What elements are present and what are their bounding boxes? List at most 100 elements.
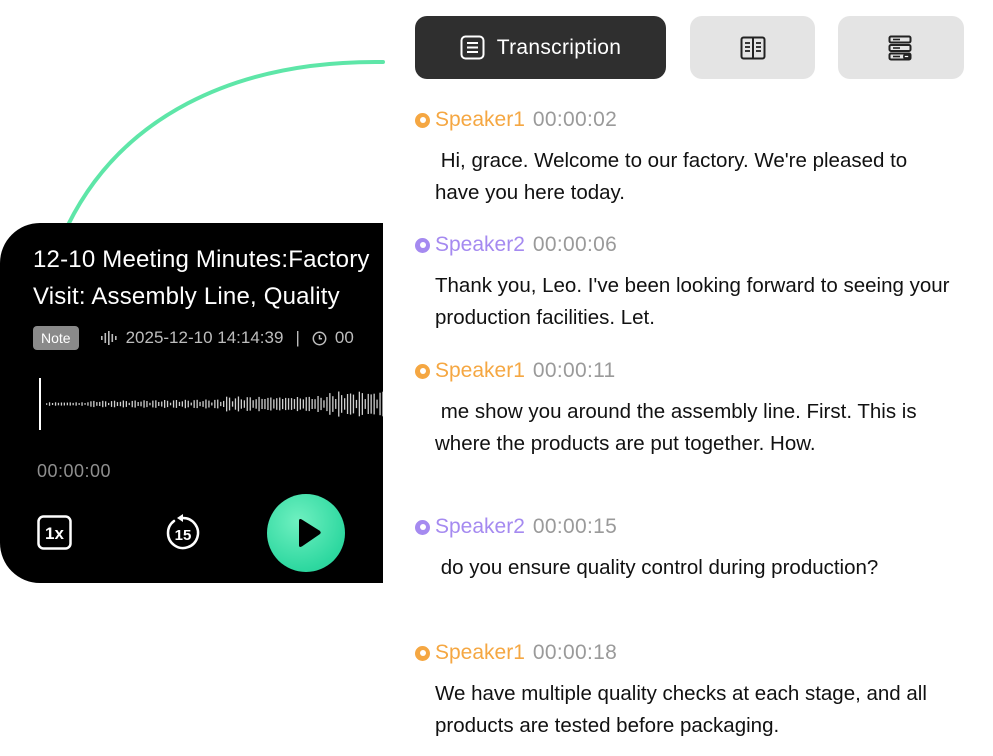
speaker-name[interactable]: Speaker2 bbox=[435, 233, 525, 257]
waveform-bar bbox=[199, 401, 201, 407]
waveform-bar bbox=[178, 401, 181, 406]
waveform-bar bbox=[84, 403, 86, 405]
timestamp[interactable]: 00:00:15 bbox=[533, 515, 617, 539]
transcript-text: Hi, grace. Welcome to our factory. We're… bbox=[435, 149, 913, 204]
transcript-entry[interactable]: Speaker1 00:00:18 We have multiple quali… bbox=[415, 640, 975, 741]
timestamp[interactable]: 00:00:18 bbox=[533, 641, 617, 665]
waveform-bar bbox=[255, 399, 257, 409]
speaker-name[interactable]: Speaker2 bbox=[435, 515, 525, 539]
waveform-bar bbox=[96, 402, 98, 406]
waveform-bar bbox=[175, 400, 178, 408]
rewind-15-button[interactable]: 15 bbox=[163, 513, 203, 553]
waveform-bar bbox=[48, 402, 51, 406]
waveform-bar bbox=[326, 397, 328, 412]
waveform-bar bbox=[81, 402, 83, 406]
entry-header: Speaker1 00:00:02 bbox=[415, 107, 975, 133]
waveform-bar bbox=[267, 397, 269, 410]
speaker-name[interactable]: Speaker1 bbox=[435, 359, 525, 383]
waveform-bar bbox=[231, 401, 234, 407]
entry-header: Speaker2 00:00:15 bbox=[415, 514, 975, 540]
waveform-bar bbox=[137, 402, 139, 406]
waveform-bar bbox=[373, 393, 375, 415]
waveform-bar bbox=[270, 397, 272, 411]
transcript-entry[interactable]: Speaker2 00:00:06 Thank you, Leo. I've b… bbox=[415, 232, 975, 333]
waveform-bar bbox=[252, 400, 254, 408]
waveform-bar bbox=[217, 399, 219, 409]
timestamp[interactable]: 00:00:11 bbox=[533, 359, 616, 383]
play-icon bbox=[296, 518, 322, 548]
waveform-bar bbox=[93, 400, 95, 408]
playback-speed-button[interactable]: 1x bbox=[37, 515, 72, 550]
recording-title-line1: 12-10 Meeting Minutes:Factory bbox=[33, 246, 370, 273]
waveform-bar bbox=[63, 402, 65, 406]
waveform-bar bbox=[317, 396, 319, 412]
waveform-bar bbox=[279, 397, 281, 411]
waveform-bar bbox=[264, 399, 266, 410]
entry-header: Speaker1 00:00:11 bbox=[415, 358, 975, 384]
waveform-bar bbox=[205, 399, 207, 409]
waveform-bar bbox=[110, 401, 113, 407]
waveform-bar bbox=[293, 399, 296, 409]
entry-header: Speaker2 00:00:06 bbox=[415, 232, 975, 258]
waveform-bar bbox=[276, 398, 278, 410]
waveform-bar bbox=[60, 402, 63, 406]
waveform-bar bbox=[323, 400, 325, 408]
waveform-bar bbox=[87, 402, 89, 406]
waveform-bar bbox=[125, 401, 127, 407]
waveform-bar bbox=[155, 400, 157, 408]
waveform-bar bbox=[193, 400, 195, 408]
waveform-bar bbox=[102, 400, 104, 408]
timestamp[interactable]: 00:00:06 bbox=[533, 233, 617, 257]
waveform-bar bbox=[308, 396, 310, 412]
waveform-bar bbox=[172, 400, 175, 408]
tab-outline[interactable] bbox=[838, 16, 964, 79]
recording-title: 12-10 Meeting Minutes:Factory Visit: Ass… bbox=[33, 241, 383, 315]
waveform-bar bbox=[332, 396, 334, 412]
waveform-scrubber[interactable] bbox=[38, 378, 383, 438]
waveform-bar bbox=[119, 401, 122, 407]
playback-speed-label: 1x bbox=[45, 524, 64, 543]
waveform-icon bbox=[100, 331, 118, 345]
waveform-bar bbox=[258, 396, 260, 412]
waveform-bar bbox=[296, 397, 299, 412]
transcript-text: me show you around the assembly line. Fi… bbox=[435, 400, 923, 455]
playhead-cursor[interactable] bbox=[39, 378, 41, 430]
waveform-bar bbox=[108, 402, 110, 406]
transcript-entry[interactable]: Speaker1 00:00:11 me show you around the… bbox=[415, 358, 975, 459]
tab-transcription[interactable]: Transcription bbox=[415, 16, 666, 79]
outline-icon bbox=[888, 35, 914, 61]
waveform-bar bbox=[196, 399, 198, 409]
waveform-bar bbox=[379, 392, 381, 416]
waveform-bar bbox=[208, 400, 210, 408]
waveform-bar bbox=[302, 399, 304, 409]
waveform-bar bbox=[146, 401, 148, 408]
waveform-bar bbox=[128, 402, 130, 406]
play-button[interactable] bbox=[267, 494, 345, 572]
waveform-bar bbox=[370, 394, 372, 414]
timestamp[interactable]: 00:00:02 bbox=[533, 108, 617, 132]
waveform-bar bbox=[338, 391, 340, 417]
list-doc-icon bbox=[460, 35, 485, 60]
transcript-entry[interactable]: Speaker1 00:00:02 Hi, grace. Welcome to … bbox=[415, 107, 975, 208]
waveform-bar bbox=[358, 391, 360, 417]
transcript-entry[interactable]: Speaker2 00:00:15 do you ensure quality … bbox=[415, 514, 975, 584]
speaker-name[interactable]: Speaker1 bbox=[435, 108, 525, 132]
speaker-dot-icon bbox=[415, 519, 430, 535]
waveform-bar bbox=[211, 402, 213, 406]
waveform-bar bbox=[140, 401, 142, 407]
waveform-bar bbox=[329, 393, 331, 415]
elapsed-time: 00:00:00 bbox=[37, 461, 112, 481]
speaker-name[interactable]: Speaker1 bbox=[435, 641, 525, 665]
waveform-bar bbox=[66, 402, 68, 406]
waveform-bar bbox=[78, 403, 80, 405]
audio-player-card: 12-10 Meeting Minutes:Factory Visit: Ass… bbox=[0, 223, 383, 583]
book-icon bbox=[740, 36, 766, 60]
tab-summary[interactable] bbox=[690, 16, 815, 79]
recording-duration: 00 bbox=[334, 328, 354, 347]
decorative-arc bbox=[66, 59, 385, 227]
waveform-bar bbox=[184, 399, 186, 409]
waveform-bar bbox=[382, 391, 383, 417]
waveform-bar bbox=[187, 400, 189, 408]
waveform-bar bbox=[246, 397, 248, 411]
waveform-bar bbox=[134, 400, 136, 408]
